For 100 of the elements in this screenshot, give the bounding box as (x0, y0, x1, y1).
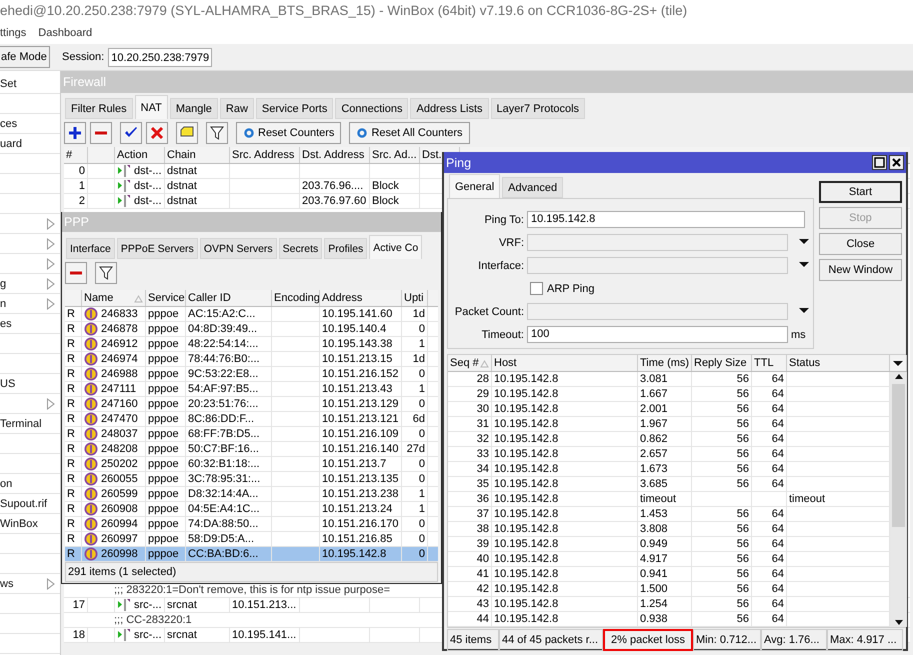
sidebar-item[interactable]: ces (0, 118, 18, 130)
tab[interactable]: Filter Rules (65, 98, 133, 119)
menu-item[interactable]: ttings (0, 27, 26, 39)
sidebar-item[interactable]: on (0, 478, 12, 490)
column-header[interactable]: Upti (404, 290, 424, 306)
field-label: Timeout: (480, 328, 525, 340)
sidebar-item[interactable]: ws (0, 578, 14, 590)
sidebar-item[interactable]: g (0, 278, 6, 290)
table-row[interactable]: R 260908 pppoe 04:5E:A4:1C... 10.151.213.24 1 (65, 502, 438, 517)
table-cell: 10.195.142.8 (494, 492, 558, 506)
tab[interactable]: Raw (220, 98, 254, 119)
table-cell: 18 (64, 628, 88, 642)
tab[interactable]: Address Lists (410, 98, 489, 119)
table-row[interactable]: R 247470 pppoe 8C:86:DD:F... 10.151.213.121 6d (65, 412, 438, 427)
sidebar-item[interactable]: WinBox (0, 518, 38, 530)
column-header[interactable]: TTL (754, 355, 774, 371)
tab[interactable]: Layer7 Protocols (490, 98, 586, 119)
tab[interactable]: Service Ports (256, 98, 334, 119)
table-cell: 10.195.142.8 (494, 387, 558, 401)
table-row[interactable]: R 250202 pppoe 60:32:B1:18:... 10.151.213.7 0 (65, 457, 438, 472)
input-field[interactable]: 10.195.142.8 (527, 211, 805, 228)
table-row[interactable]: R 260055 pppoe 3C:78:95:31:... 10.151.213.135 0 (65, 472, 438, 487)
column-header[interactable]: Encoding (274, 290, 319, 306)
table-cell: CC:BA:BD:6... (188, 547, 258, 561)
table-row[interactable]: R 260994 pppoe 74:DA:88:50... 10.151.216.170 0 (65, 517, 438, 532)
column-header[interactable]: Time (ms) (640, 355, 690, 371)
menu-item[interactable]: Dashboard (38, 27, 92, 39)
table-row[interactable]: R 246988 pppoe 9C:53:22:E8... 10.151.216.152 0 (65, 367, 438, 382)
column-header[interactable]: Address (322, 290, 362, 306)
column-header[interactable]: Src. Ad... (372, 147, 417, 163)
table-row[interactable]: R 248208 pppoe 50:C7:BF:16... 10.151.216.140 27d (65, 442, 438, 457)
session-field[interactable]: 10.20.250.238:7979 (108, 48, 212, 66)
table-cell: 1 (64, 179, 88, 193)
table-cell: AC:15:A2:C... (188, 307, 256, 321)
reset-counters-button[interactable]: Reset All Counters (349, 122, 470, 144)
table-cell: 0.938 (640, 612, 668, 626)
action-button[interactable]: Start (819, 181, 902, 203)
action-button[interactable]: Close (819, 233, 902, 255)
tab[interactable]: General (449, 174, 500, 198)
table-row[interactable]: R 246912 pppoe 48:22:54:14:... 10.195.143.38 1 (65, 337, 438, 352)
tab[interactable]: Advanced (502, 177, 564, 198)
column-header[interactable]: Status (789, 355, 820, 371)
column-header[interactable]: Dst. Address (302, 147, 364, 163)
table-row[interactable]: R 247160 pppoe 20:23:51:76:... 10.151.213.129 0 (65, 397, 438, 412)
status-text: 45 items (447, 629, 499, 651)
safe-mode-button[interactable]: afe Mode (0, 46, 50, 68)
tab[interactable]: Profiles (324, 238, 368, 259)
column-header[interactable]: Seq # (450, 355, 479, 371)
column-header[interactable]: Service (148, 290, 185, 306)
column-header[interactable]: Action (117, 147, 148, 163)
table-cell: pppoe (148, 367, 179, 381)
tab[interactable]: Interface (66, 238, 115, 259)
tab[interactable]: Active Co (369, 235, 422, 259)
tab[interactable]: OVPN Servers (200, 238, 277, 259)
table-cell: 27d (406, 442, 425, 456)
column-header[interactable]: Reply Size (694, 355, 747, 371)
tab[interactable]: PPPoE Servers (116, 238, 198, 259)
action-button[interactable]: New Window (819, 259, 902, 281)
table-cell: 64 (772, 387, 784, 401)
tab[interactable]: Mangle (170, 98, 218, 119)
column-header[interactable]: # (66, 147, 72, 163)
table-cell: R (67, 472, 75, 486)
status-text: 44 of 45 packets r... (499, 629, 603, 651)
table-cell: 64 (772, 372, 784, 386)
column-header[interactable]: Caller ID (188, 290, 231, 306)
column-header[interactable]: Dst. (422, 147, 442, 163)
table-row[interactable]: R 260998 pppoe CC:BA:BD:6... 10.195.142.8 0 (65, 547, 438, 562)
tab[interactable]: Secrets (278, 238, 322, 259)
table-row[interactable]: R 260599 pppoe D8:32:14:4A... 10.151.213.238 1 (65, 487, 438, 502)
table-cell: 30 (476, 402, 489, 416)
sidebar-item[interactable]: uard (0, 138, 22, 150)
tab[interactable]: NAT (134, 95, 168, 119)
table-row[interactable]: R 246974 pppoe 78:44:76:B0:... 10.151.213.15 1d (65, 352, 438, 367)
table-row[interactable]: R 246878 pppoe 04:8D:39:49... 10.195.140.4 0 (65, 322, 438, 337)
table-cell: 2.657 (640, 447, 668, 461)
sidebar-item[interactable]: Supout.rif (0, 498, 48, 510)
column-header[interactable]: Host (494, 355, 517, 371)
table-cell: 0 (418, 472, 425, 486)
table-row[interactable]: R 248037 pppoe 68:FF:7B:D5... 10.151.216.109 0 (65, 427, 438, 442)
table-cell: 0 (418, 397, 425, 411)
table-row[interactable]: R 247111 pppoe 54:AF:97:B5... 10.151.213.43 1 (65, 382, 438, 397)
sidebar-item[interactable]: n (0, 298, 6, 310)
input-field[interactable]: 100 (527, 326, 788, 343)
table-row[interactable]: R 246833 pppoe AC:15:A2:C... 10.195.141.60 1d (65, 307, 438, 322)
table-cell: 0.949 (640, 537, 668, 551)
table-cell: 10.195.142.8 (494, 612, 558, 626)
tab[interactable]: Connections (335, 98, 408, 119)
column-header[interactable]: Name (84, 290, 114, 306)
sidebar-item[interactable]: Set (0, 78, 17, 90)
table-cell: 10.151.213.135 (322, 472, 398, 486)
table-cell: 10.195.143.38 (322, 337, 392, 351)
column-header[interactable]: Chain (167, 147, 196, 163)
sidebar-item[interactable]: Terminal (0, 418, 42, 430)
table-cell: pppoe (148, 532, 179, 546)
table-cell: 10.195.142.8 (494, 447, 558, 461)
sidebar-item[interactable]: es (0, 318, 12, 330)
reset-counters-button[interactable]: Reset Counters (236, 122, 342, 144)
sidebar-item[interactable]: US (0, 378, 16, 390)
table-cell: 0 (64, 164, 88, 178)
column-header[interactable]: Src. Address (232, 147, 294, 163)
